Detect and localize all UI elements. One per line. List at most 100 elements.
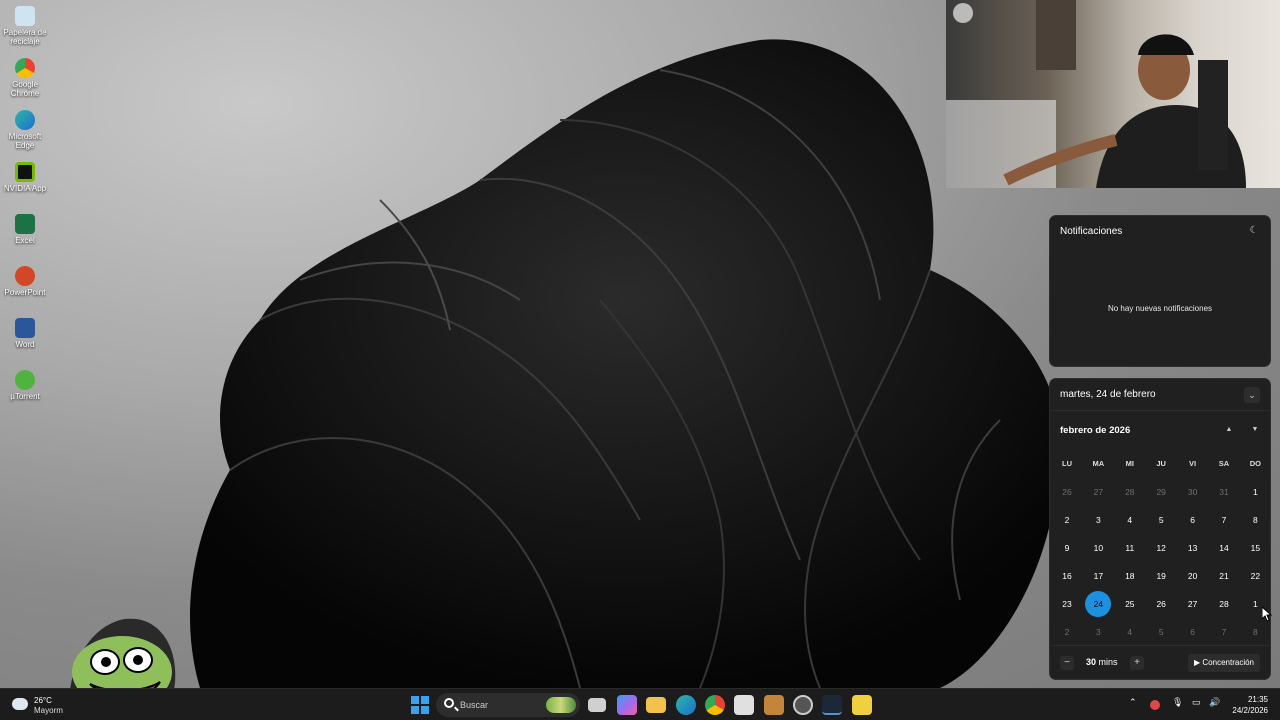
utorrent-icon — [15, 370, 35, 390]
search-placeholder: Buscar — [460, 700, 489, 710]
desktop-icon-word[interactable]: Word — [2, 318, 48, 349]
calendar-day[interactable]: 10 — [1084, 535, 1112, 561]
calendar-day[interactable]: 5 — [1147, 619, 1175, 645]
calendar-day[interactable]: 3 — [1084, 619, 1112, 645]
previous-month-arrow-icon[interactable]: ▲ — [1222, 423, 1236, 437]
decrease-minutes-button[interactable]: − — [1060, 656, 1074, 670]
desktop-icon-powerpoint[interactable]: PowerPoint — [2, 266, 48, 297]
search-highlight-icon — [546, 697, 576, 713]
weekday-header: DO — [1249, 459, 1262, 468]
calendar-day[interactable]: 1 — [1241, 479, 1269, 505]
desktop-icon-recycle-bin[interactable]: Papelera de reciclaje — [2, 6, 48, 46]
calendar-day[interactable]: 23 — [1053, 591, 1081, 617]
desktop-icon-edge[interactable]: Microsoft Edge — [2, 110, 48, 150]
tray-app-icon[interactable] — [1150, 700, 1160, 710]
month-label[interactable]: febrero de 2026 — [1060, 425, 1130, 436]
calendar-day[interactable]: 12 — [1147, 535, 1175, 561]
calendar-day[interactable]: 30 — [1179, 479, 1207, 505]
weekday-header: SA — [1218, 459, 1230, 468]
calendar-day[interactable]: 19 — [1147, 563, 1175, 589]
excel-icon — [15, 214, 35, 234]
store-icon[interactable] — [734, 695, 754, 715]
edge-icon[interactable] — [676, 695, 696, 715]
focus-minutes-value: 30 — [1086, 657, 1097, 667]
weekday-header: VI — [1189, 459, 1197, 468]
weather-temperature: 26°C — [34, 696, 52, 705]
calendar-day[interactable]: 9 — [1053, 535, 1081, 561]
increase-minutes-button[interactable]: + — [1130, 656, 1144, 670]
search-box[interactable]: Buscar — [436, 693, 580, 717]
app-icon[interactable] — [852, 695, 872, 715]
game-icon[interactable] — [764, 695, 784, 715]
weather-widget[interactable]: 26°C Mayorm — [12, 694, 72, 716]
notifications-title: Notificaciones — [1060, 226, 1123, 237]
file-explorer-icon[interactable] — [646, 697, 666, 713]
calendar-day[interactable]: 17 — [1084, 563, 1112, 589]
desktop-icon-chrome[interactable]: Google Chrome — [2, 58, 48, 98]
chrome-icon[interactable] — [705, 695, 725, 715]
edge-icon — [15, 110, 35, 130]
calendar-day[interactable]: 28 — [1210, 591, 1238, 617]
calendar-day[interactable]: 18 — [1116, 563, 1144, 589]
chevron-down-icon[interactable]: ⌄ — [1244, 387, 1260, 403]
weather-description: Mayorm — [34, 706, 63, 715]
calendar-day[interactable]: 4 — [1116, 619, 1144, 645]
calendar-day[interactable]: 5 — [1147, 507, 1175, 533]
desktop-icon-nvidia[interactable]: NVIDIA App — [2, 162, 48, 193]
calendar-day[interactable]: 26 — [1053, 479, 1081, 505]
focus-button-label: Concentración — [1202, 658, 1254, 667]
calendar-day[interactable]: 3 — [1084, 507, 1112, 533]
calendar-day[interactable]: 14 — [1210, 535, 1238, 561]
calendar-day[interactable]: 8 — [1241, 507, 1269, 533]
calendar-day[interactable]: 11 — [1116, 535, 1144, 561]
calendar-day[interactable]: 24 — [1084, 591, 1112, 617]
calendar-day[interactable]: 8 — [1241, 619, 1269, 645]
chevron-up-icon[interactable]: ⌃ — [1129, 697, 1137, 708]
calendar-day[interactable]: 15 — [1241, 535, 1269, 561]
volume-icon[interactable]: 🔊 — [1209, 697, 1220, 708]
calendar-day[interactable]: 16 — [1053, 563, 1081, 589]
calendar-day[interactable]: 4 — [1116, 507, 1144, 533]
clock-time: 21:35 — [1247, 695, 1268, 704]
calendar-day[interactable]: 28 — [1116, 479, 1144, 505]
calendar-day[interactable]: 21 — [1210, 563, 1238, 589]
desktop-icon-utorrent[interactable]: µTorrent — [2, 370, 48, 401]
desktop-icon-excel[interactable]: Excel — [2, 214, 48, 245]
webcam-person-image — [946, 0, 1246, 188]
start-icon[interactable] — [410, 695, 430, 715]
calendar-day[interactable]: 25 — [1116, 591, 1144, 617]
focus-start-button[interactable]: ▶ Concentración — [1188, 654, 1260, 672]
webcam-overlay — [946, 0, 1280, 188]
calendar-day[interactable]: 27 — [1179, 591, 1207, 617]
weekday-header: LU — [1062, 459, 1072, 468]
microphone-icon[interactable]: 🎙 — [1172, 697, 1183, 708]
calendar-day[interactable]: 7 — [1210, 507, 1238, 533]
copilot-icon[interactable] — [617, 695, 637, 715]
calendar-day[interactable]: 2 — [1053, 619, 1081, 645]
calendar-day[interactable]: 29 — [1147, 479, 1175, 505]
calendar-day[interactable]: 6 — [1179, 507, 1207, 533]
calendar-date-header: martes, 24 de febrero ⌄ — [1050, 379, 1270, 411]
taskbar-clock[interactable]: 21:35 24/2/2026 — [1232, 694, 1268, 716]
task-view-icon[interactable] — [588, 698, 606, 712]
focus-session-bar: − 30 mins + ▶ Concentración — [1050, 645, 1270, 679]
obs-icon[interactable] — [793, 695, 813, 715]
search-icon — [444, 698, 454, 708]
next-month-arrow-icon[interactable]: ▼ — [1248, 423, 1262, 437]
cloudy-weather-icon — [12, 698, 28, 710]
calendar-day[interactable]: 7 — [1210, 619, 1238, 645]
calendar-day[interactable]: 20 — [1179, 563, 1207, 589]
calendar-day[interactable]: 26 — [1147, 591, 1175, 617]
network-icon[interactable]: ▭ — [1192, 697, 1201, 708]
do-not-disturb-icon[interactable]: ☾ — [1248, 225, 1260, 237]
calendar-day[interactable]: 31 — [1210, 479, 1238, 505]
chrome-icon — [15, 58, 35, 78]
calendar-day[interactable]: 2 — [1053, 507, 1081, 533]
calendar-day[interactable]: 27 — [1084, 479, 1112, 505]
steam-icon[interactable] — [822, 695, 842, 715]
calendar-day[interactable]: 6 — [1179, 619, 1207, 645]
calendar-day[interactable]: 13 — [1179, 535, 1207, 561]
calendar-panel: martes, 24 de febrero ⌄ febrero de 2026 … — [1049, 378, 1271, 680]
calendar-day[interactable]: 22 — [1241, 563, 1269, 589]
current-date-label: martes, 24 de febrero — [1060, 389, 1156, 400]
